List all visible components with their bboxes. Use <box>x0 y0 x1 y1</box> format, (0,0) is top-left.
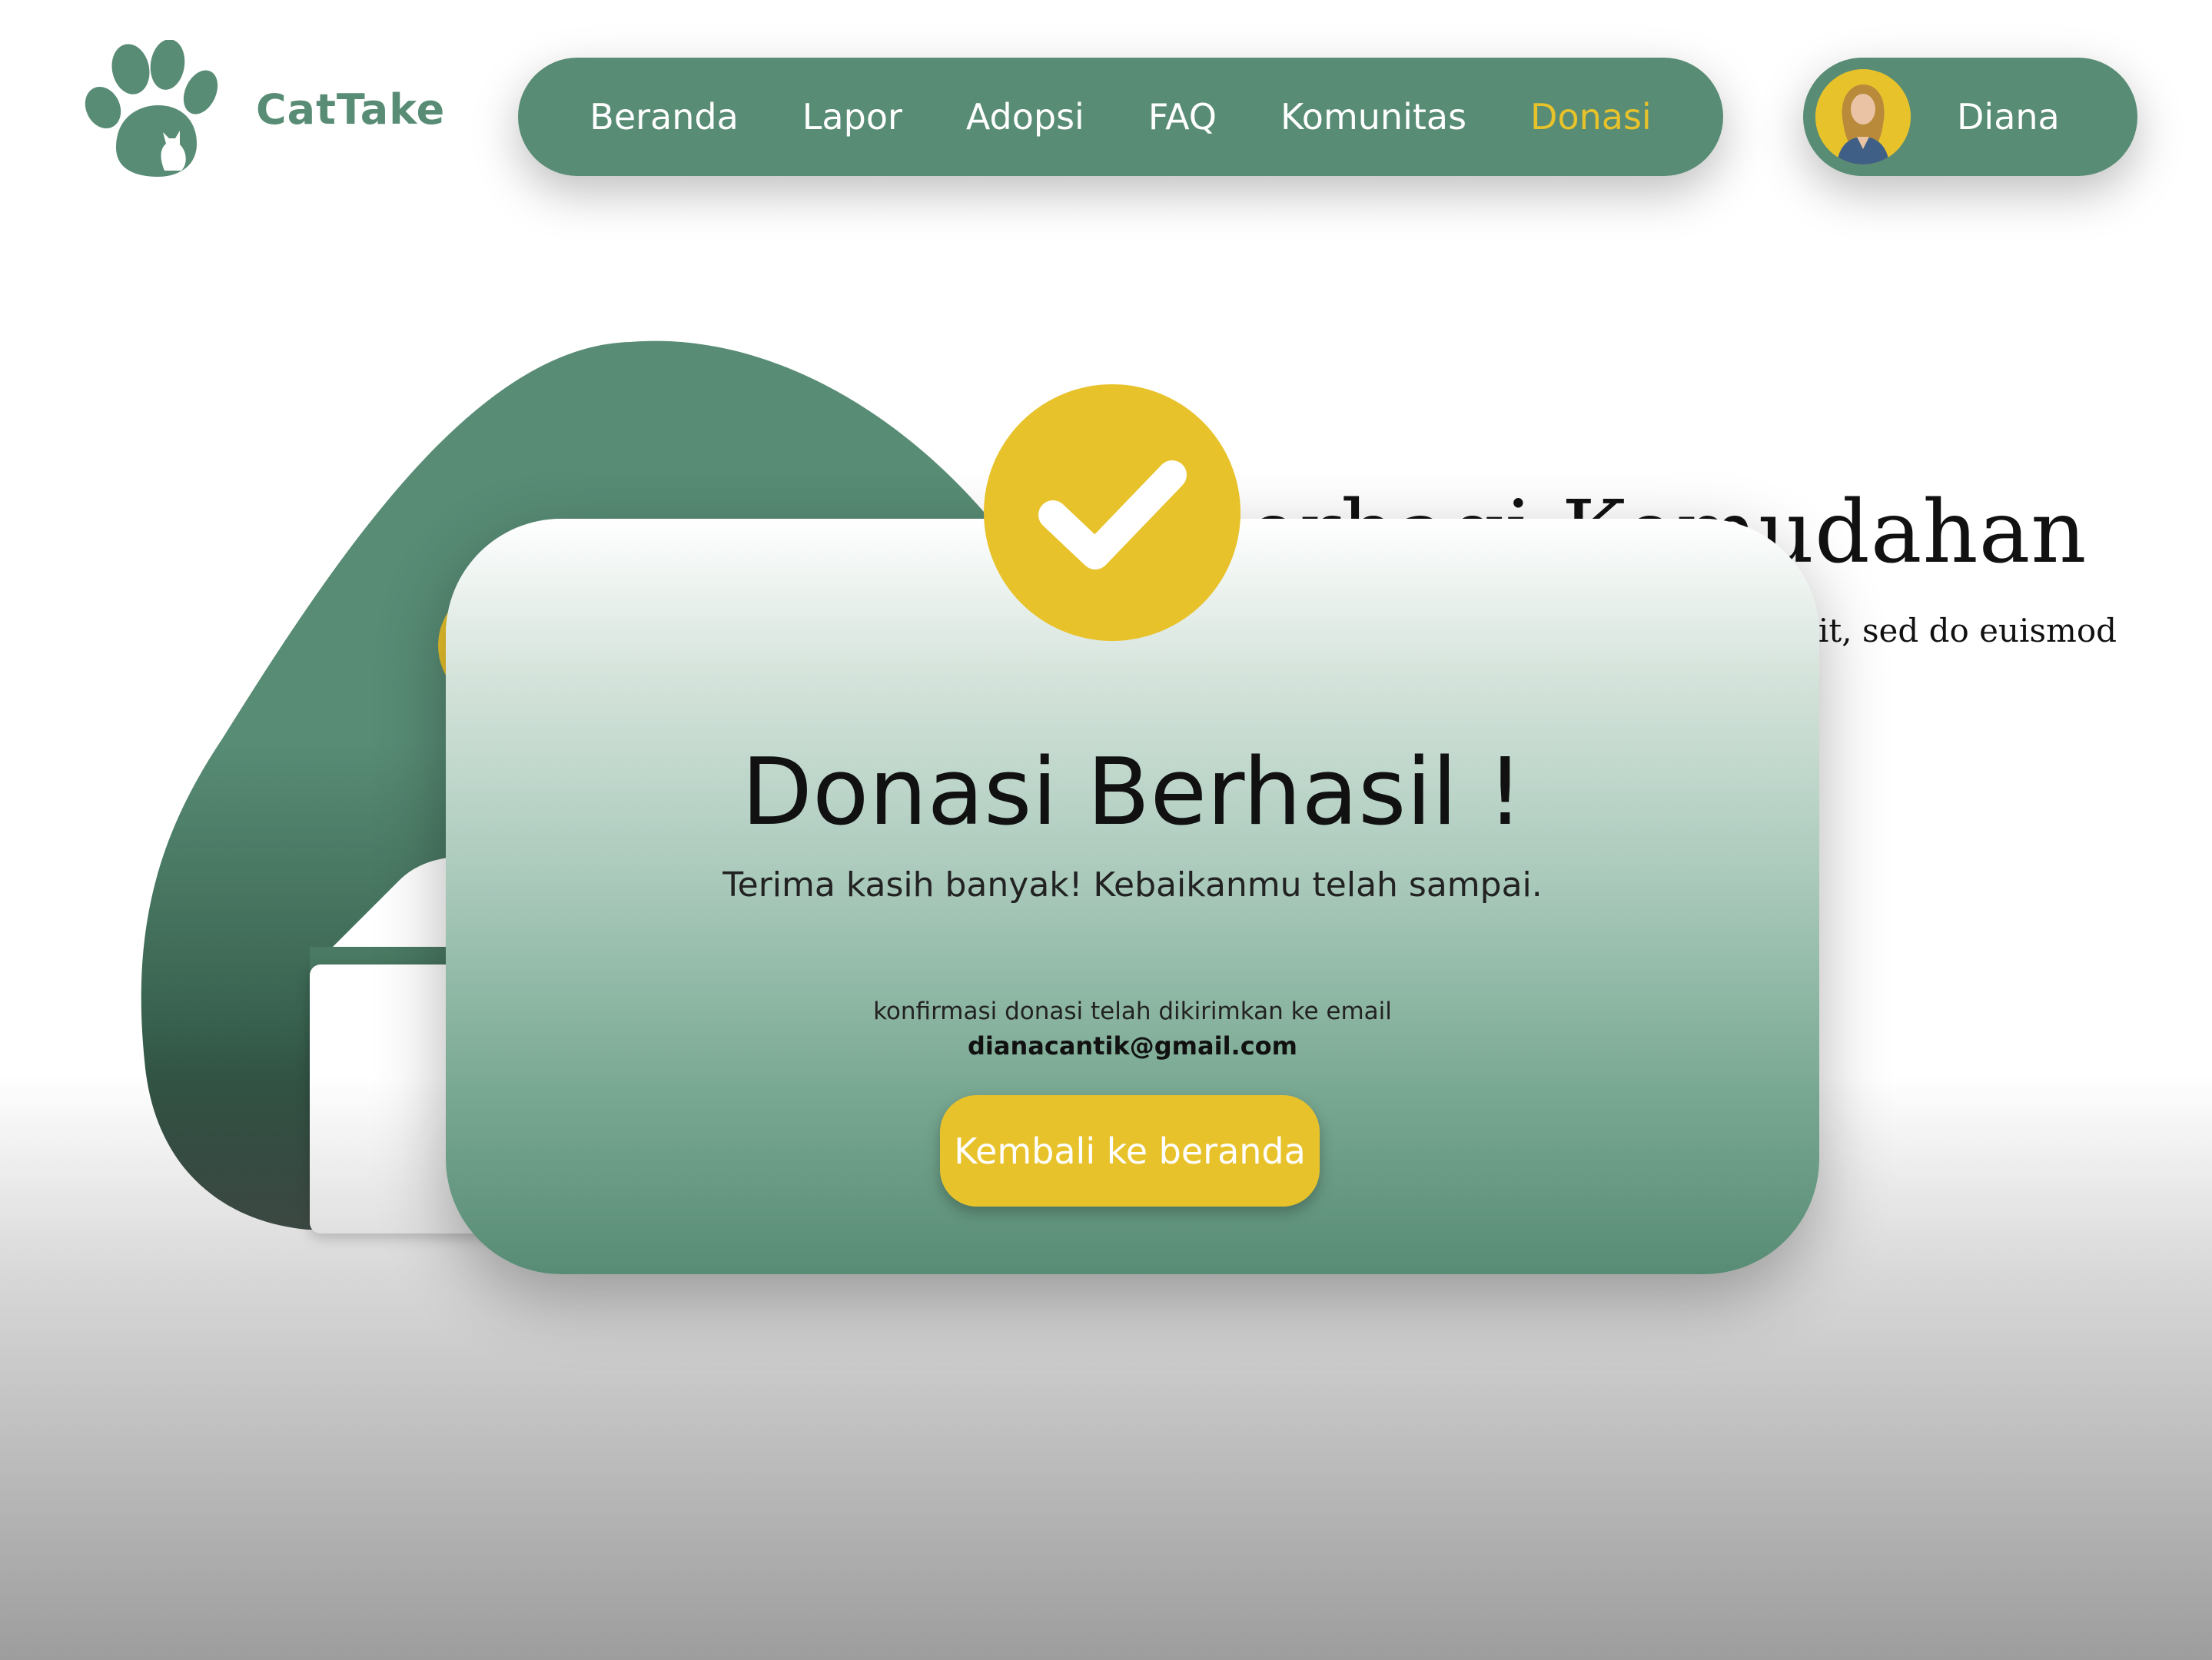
checkmark-icon <box>1038 460 1187 569</box>
logo[interactable]: CatTake <box>81 40 445 178</box>
email-confirmation-note: konfirmasi donasi telah dikirimkan ke em… <box>873 998 1392 1025</box>
modal-title: Donasi Berhasil ! <box>741 739 1524 846</box>
nav-item-faq[interactable]: FAQ <box>1148 96 1217 138</box>
user-profile-button[interactable]: Diana <box>1803 58 2137 176</box>
user-avatar-icon <box>1815 69 1911 164</box>
success-badge <box>984 384 1241 641</box>
main-nav: Beranda Lapor Adopsi FAQ Komunitas Donas… <box>518 58 1723 176</box>
nav-item-lapor[interactable]: Lapor <box>802 96 902 138</box>
nav-item-beranda[interactable]: Beranda <box>590 96 739 138</box>
nav-item-donasi[interactable]: Donasi <box>1530 96 1652 138</box>
back-to-home-button[interactable]: Kembali ke beranda <box>940 1095 1320 1207</box>
confirmation-email: dianacantik@gmail.com <box>968 1031 1297 1061</box>
nav-item-komunitas[interactable]: Komunitas <box>1280 96 1466 138</box>
user-name: Diana <box>1957 96 2060 138</box>
avatar <box>1815 69 1911 164</box>
modal-subtitle: Terima kasih banyak! Kebaikanmu telah sa… <box>722 865 1543 905</box>
brand-name: CatTake <box>256 85 446 134</box>
page: Berbagi Kemudahan elit, sed do euismod C… <box>0 0 2212 1660</box>
paw-cat-icon <box>85 40 218 177</box>
nav-item-adopsi[interactable]: Adopsi <box>966 96 1084 138</box>
